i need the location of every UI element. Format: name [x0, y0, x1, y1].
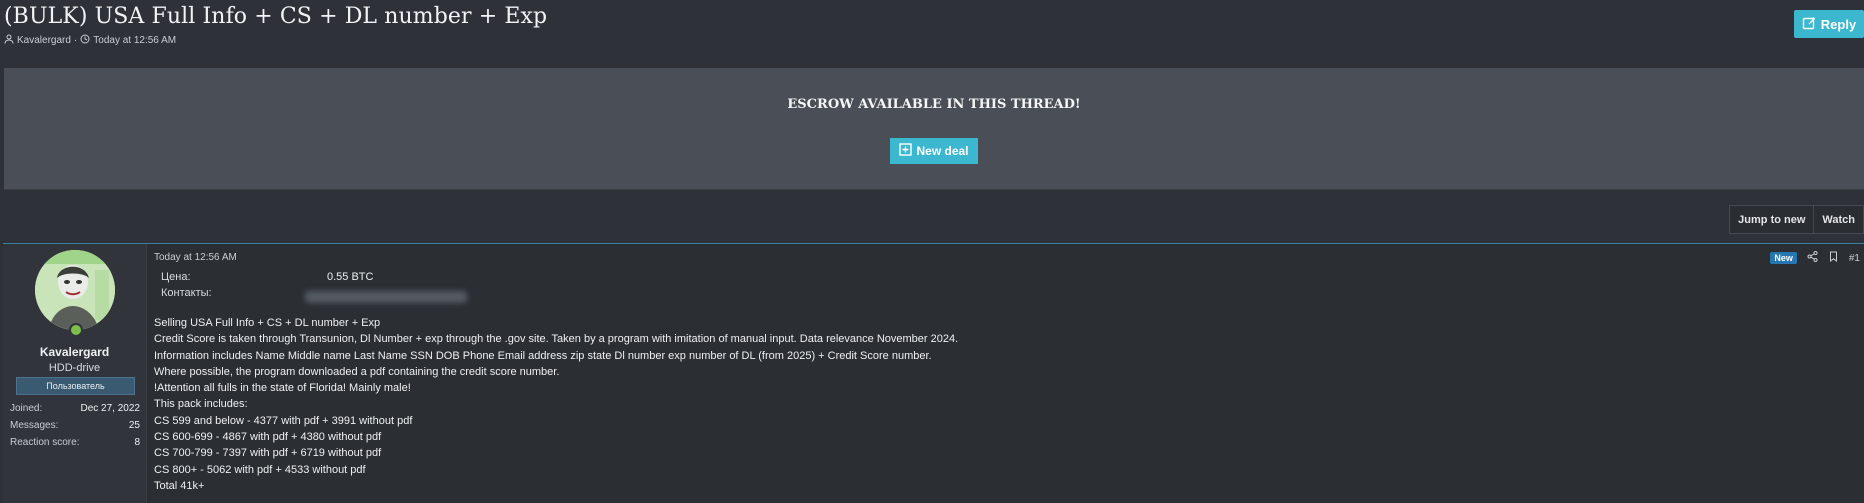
meta-separator: ·: [73, 35, 78, 46]
online-indicator: [69, 323, 83, 337]
user-stat-joined: Joined: Dec 27, 2022: [10, 403, 140, 414]
field-contacts-label: Контакты:: [161, 287, 212, 299]
new-deal-label: New deal: [916, 144, 969, 158]
body-line: Credit Score is taken through Transunion…: [154, 333, 959, 346]
username-link[interactable]: Kavalergard: [3, 345, 146, 359]
user-stat-label: Joined:: [10, 403, 43, 414]
body-line: CS 600-699 - 4867 with pdf + 4380 withou…: [154, 431, 382, 444]
user-stat-reaction-score: Reaction score: 8: [10, 437, 140, 448]
body-line: Total 41k+: [154, 479, 205, 492]
post-body: Selling USA Full Info + CS + DL number +…: [154, 315, 958, 494]
plus-square-icon: [899, 143, 913, 159]
bookmark-icon[interactable]: [1828, 251, 1839, 265]
share-icon[interactable]: [1807, 251, 1818, 265]
user-stat-value: Dec 27, 2022: [80, 403, 141, 414]
field-price-label: Цена:: [161, 271, 191, 283]
post-date-link[interactable]: Today at 12:56 AM: [154, 252, 237, 263]
user-stat-messages: Messages: 25: [10, 420, 140, 431]
user-stat-value: 8: [134, 437, 140, 448]
thread-meta: Kavalergard · Today at 12:56 AM: [4, 34, 176, 47]
user-stat-value: 25: [128, 420, 140, 431]
user-stat-label: Messages:: [10, 420, 59, 431]
post-actions: New #1: [1770, 251, 1860, 265]
new-badge: New: [1770, 252, 1797, 264]
jump-to-new-button[interactable]: Jump to new: [1730, 206, 1813, 233]
user-stat-label: Reaction score:: [10, 437, 80, 448]
watch-button[interactable]: Watch: [1813, 206, 1863, 233]
body-line: CS 599 and below - 4377 with pdf + 3991 …: [154, 414, 413, 427]
thread-action-bar: Jump to new Watch: [1729, 205, 1864, 234]
body-line: Where possible, the program downloaded a…: [154, 365, 560, 378]
body-line: This pack includes:: [154, 398, 248, 411]
escrow-panel: ESCROW AVAILABLE IN THIS THREAD! New dea…: [4, 68, 1864, 190]
body-line: !Attention all fulls in the state of Flo…: [154, 382, 411, 395]
post-user-cell: Kavalergard HDD-drive Пользователь Joine…: [3, 244, 147, 503]
contacts-blurred-value: [305, 291, 467, 303]
body-line: Information includes Name Middle name La…: [154, 349, 932, 362]
escrow-title: ESCROW AVAILABLE IN THIS THREAD!: [787, 97, 1081, 112]
clock-icon: [80, 34, 90, 47]
post-number-link[interactable]: #1: [1849, 253, 1860, 264]
new-deal-button[interactable]: New deal: [890, 138, 978, 164]
thread-date-link[interactable]: Today at 12:56 AM: [93, 35, 176, 46]
thread-title: (BULK) USA Full Info + CS + DL number + …: [4, 4, 548, 29]
user-banner: Пользователь: [16, 377, 135, 395]
body-line: CS 800+ - 5062 with pdf + 4533 without p…: [154, 463, 366, 476]
thread-author-link[interactable]: Kavalergard: [17, 35, 71, 46]
field-price-value: 0.55 BTC: [327, 271, 374, 283]
body-line: Selling USA Full Info + CS + DL number +…: [154, 317, 381, 329]
body-line: CS 700-799 - 7397 with pdf + 6719 withou…: [154, 447, 382, 460]
post-message: Kavalergard HDD-drive Пользователь Joine…: [3, 243, 1864, 503]
edit-icon: [1802, 16, 1816, 33]
user-title: HDD-drive: [48, 362, 101, 374]
reply-button[interactable]: Reply: [1794, 10, 1864, 38]
reply-button-label: Reply: [1820, 16, 1857, 32]
avatar[interactable]: [35, 250, 115, 330]
user-icon: [4, 34, 14, 47]
